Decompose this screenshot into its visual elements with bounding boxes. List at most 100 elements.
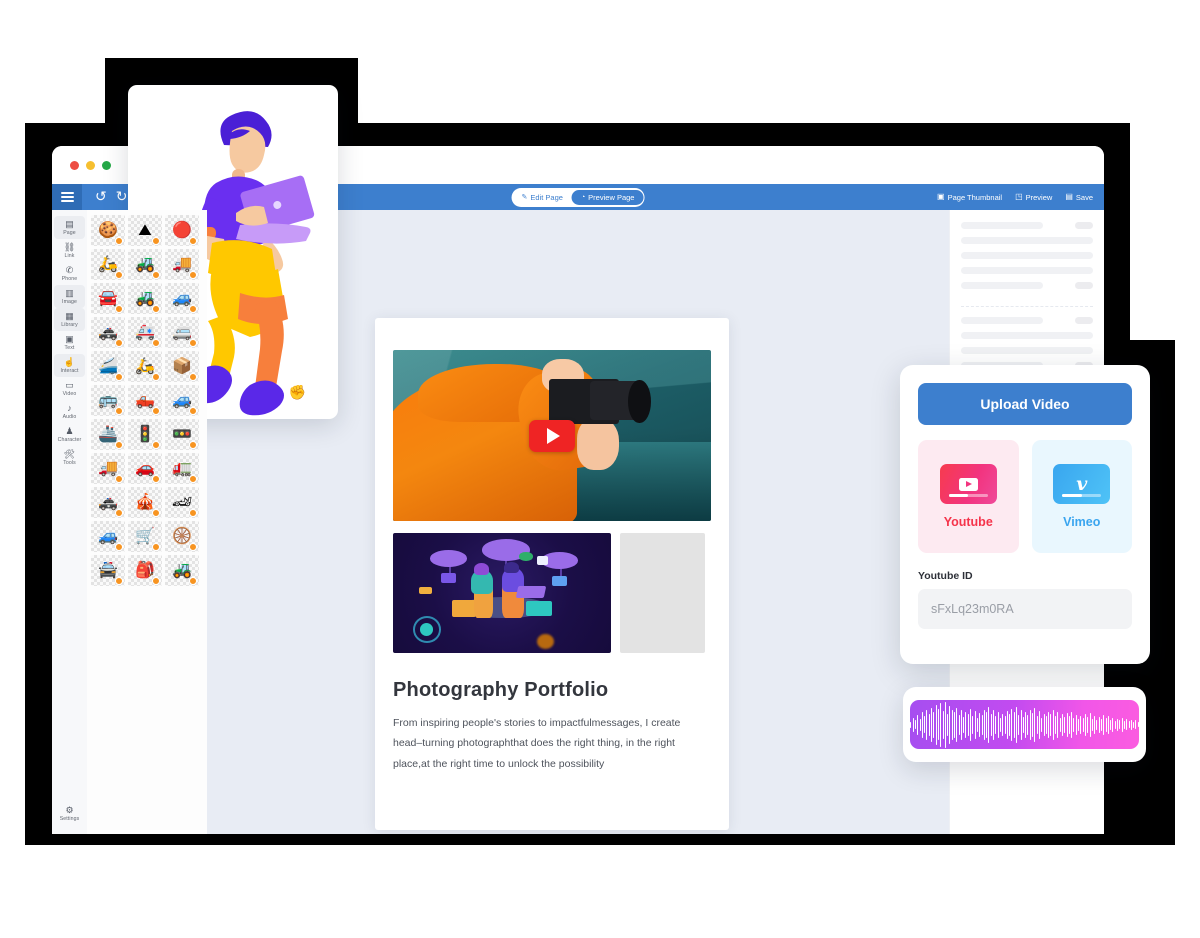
asset-badge[interactable] [115, 441, 123, 449]
asset-thumbnail-suv-gray[interactable]: 🚙 [165, 283, 199, 314]
asset-badge[interactable] [189, 339, 197, 347]
sidebar-item-video[interactable]: ▭ Video [54, 377, 85, 400]
youtube-play-icon[interactable] [529, 419, 575, 452]
audio-waveform[interactable] [910, 700, 1139, 749]
asset-thumbnail-race-car[interactable]: 🏎 [165, 487, 199, 518]
asset-badge[interactable] [115, 543, 123, 551]
asset-thumbnail-van-orange[interactable]: 🚐 [165, 317, 199, 348]
asset-thumbnail-tractor-red[interactable]: 🚜 [128, 283, 162, 314]
asset-thumbnail-sedan-blue[interactable]: 🚙 [165, 385, 199, 416]
photographer-video-thumbnail[interactable] [393, 350, 711, 521]
asset-thumbnail-traffic-light-a[interactable]: 🚦 [128, 419, 162, 450]
window-minimize-button[interactable] [86, 160, 95, 170]
asset-badge[interactable] [115, 373, 123, 381]
window-maximize-button[interactable] [102, 160, 111, 170]
asset-thumbnail-hand-cart[interactable]: 🛒 [128, 521, 162, 552]
asset-badge[interactable] [115, 509, 123, 517]
asset-badge[interactable] [152, 475, 160, 483]
cloud-tech-illustration[interactable] [393, 533, 611, 653]
asset-thumbnail-red-circle[interactable]: 🔴 [165, 215, 199, 246]
preview-button[interactable]: ◳ Preview [1015, 193, 1052, 202]
asset-badge[interactable] [189, 475, 197, 483]
asset-thumbnail-police-car[interactable]: 🚓 [91, 317, 125, 348]
asset-badge[interactable] [152, 305, 160, 313]
asset-thumbnail-tow-truck[interactable]: 🛻 [128, 385, 162, 416]
asset-badge[interactable] [189, 271, 197, 279]
asset-badge[interactable] [115, 305, 123, 313]
save-button[interactable]: ▤ Save [1065, 193, 1093, 202]
asset-thumbnail-carriage-arch[interactable]: 🛞 [165, 521, 199, 552]
page-thumbnail-button[interactable]: ▣ Page Thumbnail [937, 193, 1002, 202]
asset-badge[interactable] [115, 475, 123, 483]
sidebar-item-interact[interactable]: ☝ Interact [54, 354, 85, 377]
sidebar-item-audio[interactable]: ♪ Audio [54, 400, 85, 423]
asset-badge[interactable] [189, 577, 197, 585]
asset-badge[interactable] [115, 577, 123, 585]
asset-thumbnail-boat-cargo[interactable]: 🚢 [91, 419, 125, 450]
asset-badge[interactable] [189, 509, 197, 517]
asset-badge[interactable] [152, 543, 160, 551]
asset-badge[interactable] [115, 237, 123, 245]
asset-thumbnail-school-bus[interactable]: 🚌 [91, 385, 125, 416]
asset-badge[interactable] [152, 577, 160, 585]
asset-badge[interactable] [152, 407, 160, 415]
provider-card-youtube[interactable]: Youtube [918, 440, 1019, 553]
asset-badge[interactable] [189, 305, 197, 313]
youtube-id-input[interactable] [918, 589, 1132, 629]
asset-badge[interactable] [152, 373, 160, 381]
content-card[interactable]: Photography Portfolio From inspiring peo… [375, 318, 729, 830]
sidebar-item-link[interactable]: ⛓ Link [54, 239, 85, 262]
upload-video-button[interactable]: Upload Video [918, 383, 1132, 425]
asset-thumbnail-car-red[interactable]: 🚗 [128, 453, 162, 484]
sidebar-item-tools[interactable]: 🛠 Tools [54, 446, 85, 469]
asset-thumbnail-food-cart[interactable]: 🎪 [128, 487, 162, 518]
asset-thumbnail-sand-dune[interactable]: ⛰ [128, 215, 162, 246]
window-close-button[interactable] [70, 160, 79, 170]
redo-arrow-icon[interactable]: ↻ [116, 190, 128, 204]
asset-thumbnail-truck-orange[interactable]: 🚛 [165, 453, 199, 484]
asset-thumbnail-tractor-green[interactable]: 🚜 [128, 249, 162, 280]
asset-badge[interactable] [152, 441, 160, 449]
provider-card-vimeo[interactable]: v Vimeo [1031, 440, 1132, 553]
asset-thumbnail-truck-blue[interactable]: 🚚 [91, 453, 125, 484]
asset-thumbnail-police-car-front[interactable]: 🚔 [91, 555, 125, 586]
sidebar-item-library[interactable]: ▦ Library [54, 308, 85, 331]
sidebar-item-settings[interactable]: ⚙ Settings [54, 802, 85, 825]
sidebar-item-text[interactable]: ▣ Text [54, 331, 85, 354]
asset-thumbnail-scooter-blue[interactable]: 🛵 [91, 249, 125, 280]
asset-thumbnail-train-rail[interactable]: 🚄 [91, 351, 125, 382]
asset-badge[interactable] [189, 237, 197, 245]
asset-badge[interactable] [115, 339, 123, 347]
empty-image-placeholder[interactable] [620, 533, 705, 653]
asset-badge[interactable] [152, 271, 160, 279]
asset-thumbnail-parcel-truck[interactable]: 📦 [165, 351, 199, 382]
sidebar-item-character[interactable]: ♟ Character [54, 423, 85, 446]
asset-thumbnail-delivery-scooter[interactable]: 🛵 [128, 351, 162, 382]
asset-library-panel[interactable]: 🍪 ⛰ 🔴 🛵 🚜 🚚 🚘 🚜 🚙 🚓 🚑 🚐 🚄 🛵 📦 🚌 🛻 🚙 🚢 🚦 🚥 🚚 🚗 🚛 🚓 🎪 🏎 🚙 🛒 🛞 🚔 🎒 🚜 [87, 210, 207, 834]
asset-thumbnail-truck-box[interactable]: 🚚 [165, 249, 199, 280]
asset-thumbnail-traffic-light-b[interactable]: 🚥 [165, 419, 199, 450]
asset-badge[interactable] [115, 271, 123, 279]
asset-badge[interactable] [152, 509, 160, 517]
preview-page-button[interactable]: ◔ Preview Page [571, 189, 644, 205]
asset-badge[interactable] [115, 407, 123, 415]
hamburger-menu-icon[interactable] [52, 184, 82, 210]
asset-badge[interactable] [189, 407, 197, 415]
asset-thumbnail-tank[interactable]: 🚜 [165, 555, 199, 586]
undo-arrow-icon[interactable]: ↺ [95, 190, 107, 204]
asset-thumbnail-police-cruiser[interactable]: 🚓 [91, 487, 125, 518]
audio-widget[interactable] [903, 687, 1146, 762]
asset-thumbnail-person-backpack[interactable]: 🎒 [128, 555, 162, 586]
sidebar-item-page[interactable]: ▤ Page [54, 216, 85, 239]
asset-thumbnail-cookie[interactable]: 🍪 [91, 215, 125, 246]
asset-badge[interactable] [189, 441, 197, 449]
asset-thumbnail-jeep-army[interactable]: 🚙 [91, 521, 125, 552]
asset-badge[interactable] [189, 373, 197, 381]
asset-thumbnail-ambulance[interactable]: 🚑 [128, 317, 162, 348]
asset-badge[interactable] [152, 339, 160, 347]
asset-badge[interactable] [152, 237, 160, 245]
asset-thumbnail-limousine[interactable]: 🚘 [91, 283, 125, 314]
asset-badge[interactable] [189, 543, 197, 551]
sidebar-item-phone[interactable]: ✆ Phone [54, 262, 85, 285]
edit-page-button[interactable]: ✎ Edit Page [513, 190, 572, 205]
